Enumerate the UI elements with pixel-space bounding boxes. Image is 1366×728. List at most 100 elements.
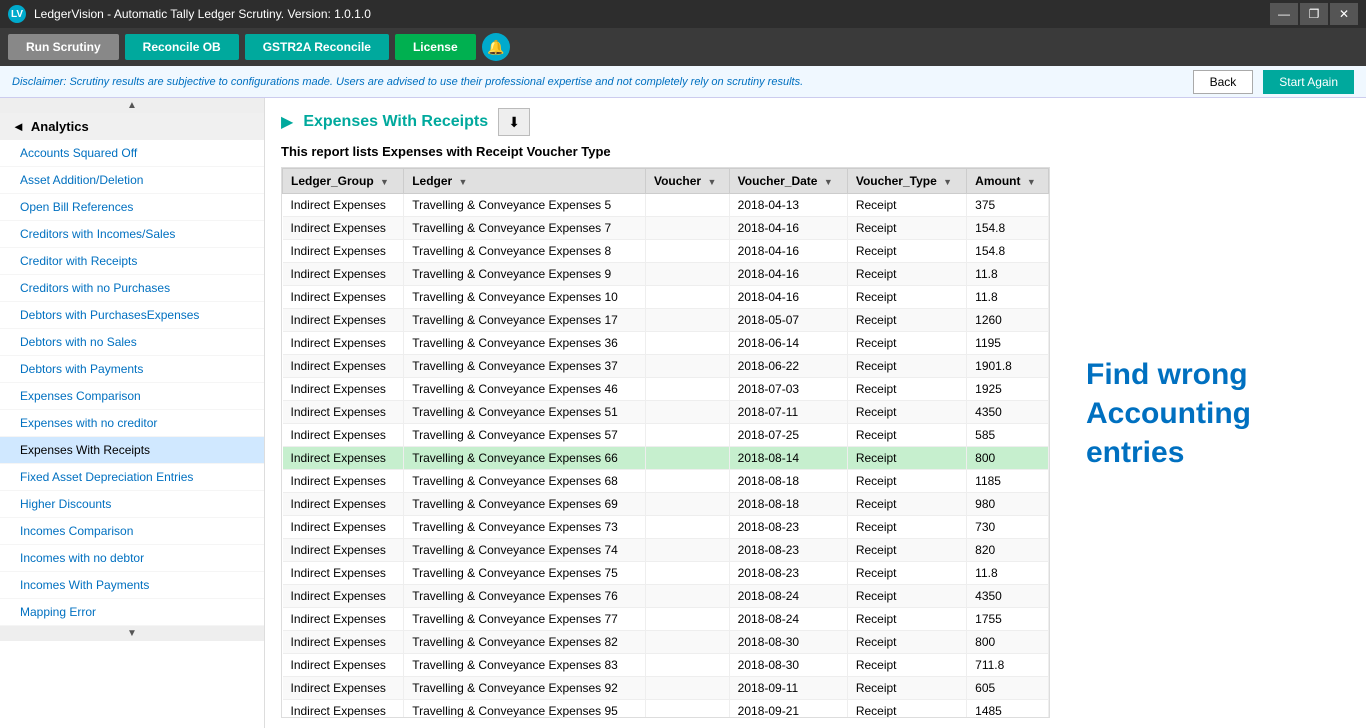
table-cell: 1260	[967, 309, 1049, 332]
notification-bell-icon[interactable]: 🔔	[482, 33, 510, 61]
table-cell: 800	[967, 631, 1049, 654]
sidebar-item-incomes-with-payments[interactable]: Incomes With Payments	[0, 572, 264, 599]
table-row[interactable]: Indirect ExpensesTravelling & Conveyance…	[283, 677, 1049, 700]
table-cell: 4350	[967, 585, 1049, 608]
run-scrutiny-button[interactable]: Run Scrutiny	[8, 34, 119, 60]
col-ledger-group[interactable]: Ledger_Group ▼	[283, 169, 404, 194]
filter-icon-voucher-type[interactable]: ▼	[943, 177, 952, 187]
sidebar-item-expenses-no-creditor[interactable]: Expenses with no creditor	[0, 410, 264, 437]
close-button[interactable]: ✕	[1330, 3, 1358, 25]
table-row[interactable]: Indirect ExpensesTravelling & Conveyance…	[283, 562, 1049, 585]
sidebar-item-open-bill-references[interactable]: Open Bill References	[0, 194, 264, 221]
table-row[interactable]: Indirect ExpensesTravelling & Conveyance…	[283, 355, 1049, 378]
table-cell: 2018-09-11	[729, 677, 847, 700]
table-row[interactable]: Indirect ExpensesTravelling & Conveyance…	[283, 539, 1049, 562]
sidebar-item-accounts-squared-off[interactable]: Accounts Squared Off	[0, 140, 264, 167]
table-cell: 711.8	[967, 654, 1049, 677]
table-cell: Receipt	[847, 539, 966, 562]
table-cell: Receipt	[847, 447, 966, 470]
table-row[interactable]: Indirect ExpensesTravelling & Conveyance…	[283, 401, 1049, 424]
col-voucher-date[interactable]: Voucher_Date ▼	[729, 169, 847, 194]
col-ledger[interactable]: Ledger ▼	[404, 169, 646, 194]
table-row[interactable]: Indirect ExpensesTravelling & Conveyance…	[283, 516, 1049, 539]
table-row[interactable]: Indirect ExpensesTravelling & Conveyance…	[283, 585, 1049, 608]
table-cell: Indirect Expenses	[283, 608, 404, 631]
sidebar-item-expenses-with-receipts[interactable]: Expenses With Receipts	[0, 437, 264, 464]
table-cell	[645, 355, 729, 378]
filter-icon-ledger[interactable]: ▼	[459, 177, 468, 187]
sidebar-item-asset-addition-deletion[interactable]: Asset Addition/Deletion	[0, 167, 264, 194]
col-voucher[interactable]: Voucher ▼	[645, 169, 729, 194]
minimize-button[interactable]: —	[1270, 3, 1298, 25]
sidebar-item-creditors-no-purchases[interactable]: Creditors with no Purchases	[0, 275, 264, 302]
table-row[interactable]: Indirect ExpensesTravelling & Conveyance…	[283, 378, 1049, 401]
sidebar-item-debtors-with-payments[interactable]: Debtors with Payments	[0, 356, 264, 383]
table-cell: Indirect Expenses	[283, 240, 404, 263]
table-cell: Indirect Expenses	[283, 378, 404, 401]
filter-icon-ledger-group[interactable]: ▼	[380, 177, 389, 187]
table-row[interactable]: Indirect ExpensesTravelling & Conveyance…	[283, 470, 1049, 493]
data-table: Ledger_Group ▼ Ledger ▼ Voucher ▼ Vouc	[282, 168, 1049, 718]
sidebar-item-debtors-no-sales[interactable]: Debtors with no Sales	[0, 329, 264, 356]
sidebar-section-analytics[interactable]: ◄ Analytics	[0, 113, 264, 140]
table-row[interactable]: Indirect ExpensesTravelling & Conveyance…	[283, 263, 1049, 286]
table-row[interactable]: Indirect ExpensesTravelling & Conveyance…	[283, 286, 1049, 309]
start-again-button[interactable]: Start Again	[1263, 70, 1354, 94]
table-row[interactable]: Indirect ExpensesTravelling & Conveyance…	[283, 654, 1049, 677]
col-voucher-type[interactable]: Voucher_Type ▼	[847, 169, 966, 194]
table-row[interactable]: Indirect ExpensesTravelling & Conveyance…	[283, 608, 1049, 631]
app-icon: LV	[8, 5, 26, 23]
reconcile-ob-button[interactable]: Reconcile OB	[125, 34, 239, 60]
filter-icon-voucher-date[interactable]: ▼	[824, 177, 833, 187]
sidebar-item-incomes-no-debtor[interactable]: Incomes with no debtor	[0, 545, 264, 572]
table-cell: 1755	[967, 608, 1049, 631]
sidebar-item-creditors-incomes-sales[interactable]: Creditors with Incomes/Sales	[0, 221, 264, 248]
col-amount[interactable]: Amount ▼	[967, 169, 1049, 194]
download-button[interactable]: ⬇	[498, 108, 530, 136]
analytics-label: Analytics	[31, 119, 89, 134]
back-button[interactable]: Back	[1193, 70, 1254, 94]
table-row[interactable]: Indirect ExpensesTravelling & Conveyance…	[283, 332, 1049, 355]
filter-icon-amount[interactable]: ▼	[1027, 177, 1036, 187]
sidebar-item-mapping-error[interactable]: Mapping Error	[0, 599, 264, 626]
sidebar-item-expenses-comparison[interactable]: Expenses Comparison	[0, 383, 264, 410]
main-layout: ▲ ◄ Analytics Accounts Squared Off Asset…	[0, 98, 1366, 728]
sidebar-scroll-up[interactable]: ▲	[0, 98, 264, 113]
table-cell	[645, 240, 729, 263]
table-cell	[645, 516, 729, 539]
table-cell: Indirect Expenses	[283, 332, 404, 355]
restore-button[interactable]: ❐	[1300, 3, 1328, 25]
table-cell: Receipt	[847, 378, 966, 401]
sidebar-item-incomes-comparison[interactable]: Incomes Comparison	[0, 518, 264, 545]
license-button[interactable]: License	[395, 34, 476, 60]
table-cell: 2018-09-21	[729, 700, 847, 719]
table-row[interactable]: Indirect ExpensesTravelling & Conveyance…	[283, 700, 1049, 719]
sidebar-item-higher-discounts[interactable]: Higher Discounts	[0, 491, 264, 518]
table-cell	[645, 631, 729, 654]
table-cell: Receipt	[847, 470, 966, 493]
table-row[interactable]: Indirect ExpensesTravelling & Conveyance…	[283, 309, 1049, 332]
report-description: This report lists Expenses with Receipt …	[281, 144, 1050, 159]
sidebar-item-fixed-asset-depreciation[interactable]: Fixed Asset Depreciation Entries	[0, 464, 264, 491]
sidebar-item-creditor-with-receipts[interactable]: Creditor with Receipts	[0, 248, 264, 275]
table-row[interactable]: Indirect ExpensesTravelling & Conveyance…	[283, 447, 1049, 470]
table-cell: Travelling & Conveyance Expenses 82	[404, 631, 646, 654]
gstr2a-reconcile-button[interactable]: GSTR2A Reconcile	[245, 34, 389, 60]
table-row[interactable]: Indirect ExpensesTravelling & Conveyance…	[283, 631, 1049, 654]
table-cell	[645, 700, 729, 719]
window-controls[interactable]: — ❐ ✕	[1270, 3, 1358, 25]
table-row[interactable]: Indirect ExpensesTravelling & Conveyance…	[283, 194, 1049, 217]
sidebar-scroll-down[interactable]: ▼	[0, 626, 264, 641]
table-row[interactable]: Indirect ExpensesTravelling & Conveyance…	[283, 217, 1049, 240]
table-cell	[645, 332, 729, 355]
table-cell: 980	[967, 493, 1049, 516]
filter-icon-voucher[interactable]: ▼	[707, 177, 716, 187]
table-cell: Indirect Expenses	[283, 424, 404, 447]
table-row[interactable]: Indirect ExpensesTravelling & Conveyance…	[283, 240, 1049, 263]
table-row[interactable]: Indirect ExpensesTravelling & Conveyance…	[283, 493, 1049, 516]
sidebar-item-debtors-purchases-expenses[interactable]: Debtors with PurchasesExpenses	[0, 302, 264, 329]
table-cell: Receipt	[847, 240, 966, 263]
table-cell: Indirect Expenses	[283, 516, 404, 539]
table-cell: 2018-04-13	[729, 194, 847, 217]
table-row[interactable]: Indirect ExpensesTravelling & Conveyance…	[283, 424, 1049, 447]
